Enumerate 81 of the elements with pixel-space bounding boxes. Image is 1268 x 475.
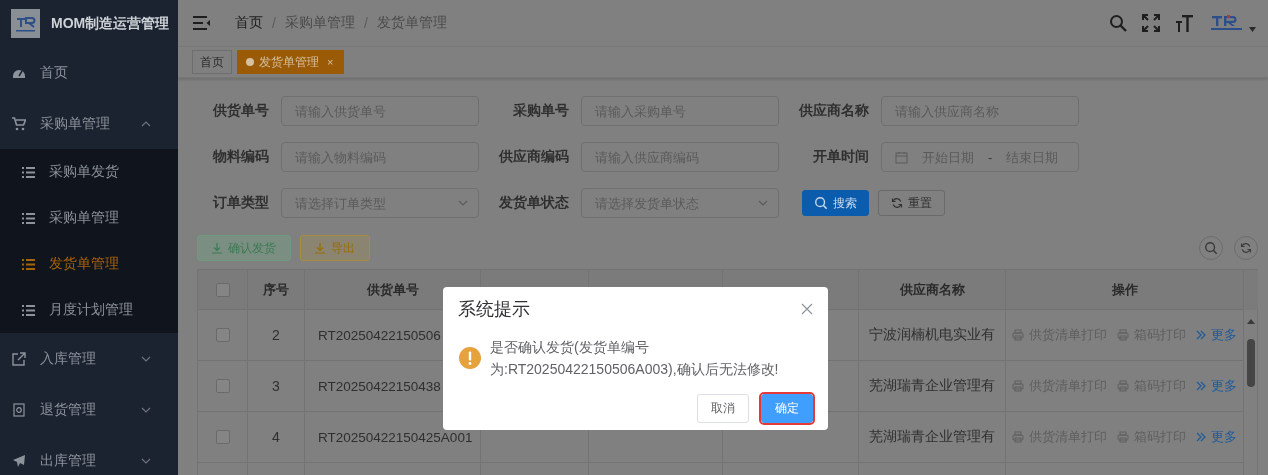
logo-icon <box>11 9 40 38</box>
submenu-item[interactable]: 采购单管理 <box>0 195 178 241</box>
confirm-button[interactable]: 确定 <box>761 394 813 423</box>
printer-icon <box>1117 329 1129 341</box>
logo-icon[interactable] <box>1210 14 1243 32</box>
close-icon[interactable] <box>801 303 813 315</box>
more-link[interactable]: 更多 <box>1196 326 1237 344</box>
submenu-item[interactable]: 月度计划管理 <box>0 287 178 333</box>
document-icon <box>12 402 26 417</box>
column-header: 操作 <box>1006 270 1244 310</box>
cart-icon <box>12 116 26 131</box>
submenu-item[interactable]: 发货单管理 <box>0 241 178 287</box>
table-cell: 芜湖瑞青企业管理有 <box>859 412 1006 463</box>
tab-close-button[interactable]: × <box>327 56 334 68</box>
field-label: 供应商名称 <box>798 102 869 120</box>
column-header: 序号 <box>248 270 305 310</box>
external-link-icon <box>12 351 26 366</box>
field-label: 采购单号 <box>512 102 569 120</box>
refresh-icon <box>891 197 903 209</box>
scrollbar-thumb[interactable] <box>1247 339 1255 387</box>
double-chevron-icon <box>1196 330 1206 340</box>
reset-button[interactable]: 重置 <box>878 190 945 216</box>
more-link[interactable]: 更多 <box>1196 428 1237 446</box>
submenu-item[interactable]: 采购单发货 <box>0 149 178 195</box>
checkbox[interactable] <box>215 379 230 393</box>
cancel-button[interactable]: 取消 <box>697 394 749 423</box>
breadcrumb-link[interactable]: 首页 <box>235 14 263 32</box>
column-header: 供应商名称 <box>859 270 1006 310</box>
download-icon <box>315 242 325 254</box>
table-cell: 芜湖瑞青企业管理有 <box>859 361 1006 412</box>
more-link[interactable]: 更多 <box>1196 377 1237 395</box>
field-label: 发货单状态 <box>498 194 569 212</box>
double-chevron-icon <box>1196 381 1206 391</box>
field-label: 开单时间 <box>812 148 869 166</box>
search-button[interactable]: 搜索 <box>802 190 869 216</box>
field-label: 供应商编码 <box>498 148 569 166</box>
app-title: MOM制造运营管理 <box>51 14 170 33</box>
tab[interactable]: 首页 <box>192 50 232 74</box>
printer-icon <box>1012 431 1024 443</box>
tab[interactable]: 发货单管理 × <box>237 50 345 74</box>
breadcrumb-separator: / <box>272 15 276 31</box>
sidebar-item[interactable]: 入库管理 <box>0 333 178 384</box>
search-icon <box>1204 241 1218 255</box>
calendar-icon <box>895 150 908 164</box>
sidebar-item[interactable]: 采购单管理 <box>0 98 178 149</box>
list-icon <box>22 211 35 225</box>
font-size-icon[interactable] <box>1175 14 1193 32</box>
field-label: 物料编码 <box>211 148 269 166</box>
send-icon <box>12 453 26 468</box>
table-cell: 2 <box>248 310 305 361</box>
sidebar-item[interactable]: 退货管理 <box>0 384 178 435</box>
refresh-icon <box>1240 242 1252 254</box>
table-cell: 宁波润楠机电实业有 <box>859 310 1006 361</box>
search-icon <box>814 196 828 210</box>
checkbox[interactable] <box>215 430 230 444</box>
list-icon <box>22 303 35 317</box>
scroll-up-icon[interactable] <box>1247 319 1255 324</box>
download-icon <box>212 242 222 254</box>
caret-down-icon[interactable] <box>1249 27 1256 32</box>
list-icon <box>22 165 35 179</box>
table-cell: 3 <box>248 361 305 412</box>
search-icon[interactable] <box>1109 14 1127 32</box>
warning-icon <box>458 346 482 370</box>
list-icon <box>22 257 35 271</box>
menu-icon[interactable] <box>193 15 211 31</box>
dialog-message: 是否确认发货(发货单编号为:RT20250422150506A003),确认后无法修改! <box>490 338 780 379</box>
field-label: 订单类型 <box>211 194 269 212</box>
breadcrumb-separator: / <box>363 15 368 31</box>
status-dot <box>246 58 254 66</box>
printer-icon <box>1012 380 1024 392</box>
sidebar-item[interactable]: 首页 <box>0 47 178 98</box>
table-cell: 4 <box>248 412 305 463</box>
checkbox[interactable] <box>215 328 230 342</box>
checkbox[interactable] <box>215 282 230 297</box>
printer-icon <box>1117 431 1129 443</box>
fullscreen-icon[interactable] <box>1142 14 1160 32</box>
field-label: 供货单号 <box>212 102 269 120</box>
double-chevron-icon <box>1196 432 1206 442</box>
printer-icon <box>1012 329 1024 341</box>
sidebar-item[interactable]: 出库管理 <box>0 435 178 475</box>
printer-icon <box>1117 380 1129 392</box>
